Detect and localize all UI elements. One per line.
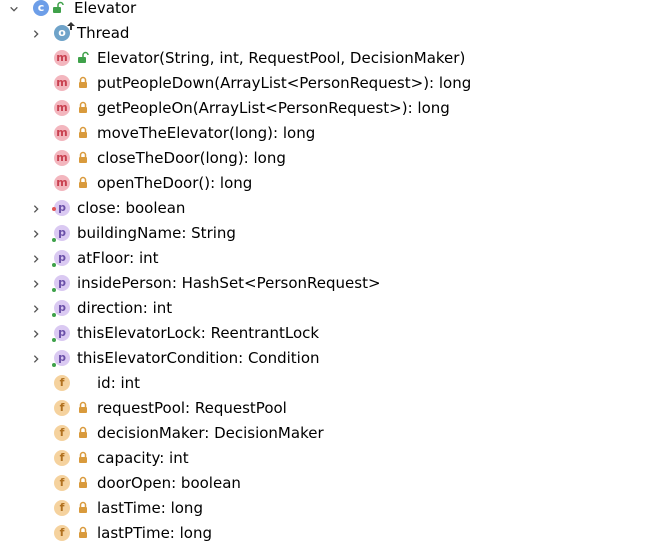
property-4-label: direction: int [77,299,173,317]
property-icon: p [54,250,70,266]
method-icon: m [54,75,70,91]
private-access-icon [79,426,87,438]
private-access-icon [79,501,87,513]
tree-row-field[interactable]: f doorOpen: boolean [0,473,658,498]
tree-row-method[interactable]: m openTheDoor(): long [0,173,658,198]
tree-row-parent-thread[interactable]: o Thread [0,22,658,48]
tree-row-method[interactable]: m moveTheElevator(long): long [0,123,658,148]
tree-row-property[interactable]: p direction: int [0,298,658,323]
private-access-icon [79,76,87,88]
private-access-icon [79,451,87,463]
parent-thread-label: Thread [77,24,130,42]
private-access-icon [79,151,87,163]
public-access-icon [53,1,64,13]
field-icon: f [54,425,70,441]
tree-row-field[interactable]: f requestPool: RequestPool [0,398,658,423]
tree-row-property[interactable]: p insidePerson: HashSet<PersonRequest> [0,273,658,298]
property-icon: p [54,350,70,366]
property-icon: p [54,225,70,241]
method-2-label: getPeopleOn(ArrayList<PersonRequest>): l… [97,99,450,117]
access-dot-icon [52,238,56,242]
method-icon: m [54,50,70,66]
property-icon: p [54,300,70,316]
tree-row-field[interactable]: f capacity: int [0,448,658,473]
method-4-label: closeTheDoor(long): long [97,149,286,167]
property-2-label: atFloor: int [77,249,159,267]
access-dot-icon [52,313,56,317]
chevron-right-icon[interactable] [31,278,41,290]
access-dot-icon [52,263,56,267]
chevron-right-icon[interactable] [31,253,41,265]
chevron-right-icon[interactable] [31,203,41,215]
method-icon: m [54,150,70,166]
tree-row-class-elevator[interactable]: c Elevator [0,0,658,23]
field-icon: f [54,500,70,516]
field-1-label: requestPool: RequestPool [97,399,287,417]
field-4-label: doorOpen: boolean [97,474,241,492]
field-3-label: capacity: int [97,449,189,467]
chevron-down-icon[interactable] [9,3,19,15]
tree-row-method[interactable]: m getPeopleOn(ArrayList<PersonRequest>): … [0,98,658,123]
property-0-label: close: boolean [77,199,186,217]
method-3-label: moveTheElevator(long): long [97,124,316,142]
method-icon: m [54,175,70,191]
private-access-icon [79,526,87,538]
tree-row-property[interactable]: p close: boolean [0,198,658,223]
property-icon: p [54,275,70,291]
field-icon: f [54,400,70,416]
private-access-icon [79,126,87,138]
tree-row-property[interactable]: p atFloor: int [0,248,658,273]
method-icon: m [54,100,70,116]
private-access-icon [79,476,87,488]
access-dot-icon [52,207,56,211]
field-icon: f [54,475,70,491]
private-access-icon [79,101,87,113]
public-access-icon [78,51,89,63]
chevron-right-icon[interactable] [31,328,41,340]
chevron-right-icon[interactable] [31,353,41,365]
property-icon: p [54,200,70,216]
access-dot-icon [52,288,56,292]
field-6-label: lastPTime: long [97,524,213,542]
tree-row-property[interactable]: p thisElevatorCondition: Condition [0,348,658,373]
chevron-right-icon[interactable] [31,228,41,240]
class-elevator-label: Elevator [74,0,137,17]
field-icon: f [54,525,70,541]
property-5-label: thisElevatorLock: ReentrantLock [77,324,320,342]
access-dot-icon [52,363,56,367]
method-5-label: openTheDoor(): long [97,174,253,192]
property-6-label: thisElevatorCondition: Condition [77,349,320,367]
private-access-icon [79,401,87,413]
field-2-label: decisionMaker: DecisionMaker [97,424,324,442]
tree-row-method[interactable]: m closeTheDoor(long): long [0,148,658,173]
property-1-label: buildingName: String [77,224,236,242]
arrow-up-icon [67,22,75,30]
tree-row-method[interactable]: m Elevator(String, int, RequestPool, Deci… [0,48,658,73]
tree-row-property[interactable]: p thisElevatorLock: ReentrantLock [0,323,658,348]
tree-row-method[interactable]: m putPeopleDown(ArrayList<PersonRequest>)… [0,73,658,98]
chevron-right-icon[interactable] [31,303,41,315]
tree-row-property[interactable]: p buildingName: String [0,223,658,248]
chevron-right-icon[interactable] [31,28,41,40]
field-0-label: id: int [97,374,141,392]
field-icon: f [54,375,70,391]
access-dot-icon [52,338,56,342]
method-icon: m [54,125,70,141]
field-icon: f [54,450,70,466]
private-access-icon [79,176,87,188]
field-5-label: lastTime: long [97,499,203,517]
tree-row-field[interactable]: f decisionMaker: DecisionMaker [0,423,658,448]
tree-row-field[interactable]: f lastTime: long [0,498,658,523]
tree-row-field[interactable]: f lastPTime: long [0,523,658,548]
property-3-label: insidePerson: HashSet<PersonRequest> [77,274,381,292]
tree-row-field[interactable]: f id: int [0,373,658,398]
method-1-label: putPeopleDown(ArrayList<PersonRequest>):… [97,74,472,92]
method-0-label: Elevator(String, int, RequestPool, Decis… [97,49,466,67]
class-icon: c [33,0,49,16]
property-icon: p [54,325,70,341]
